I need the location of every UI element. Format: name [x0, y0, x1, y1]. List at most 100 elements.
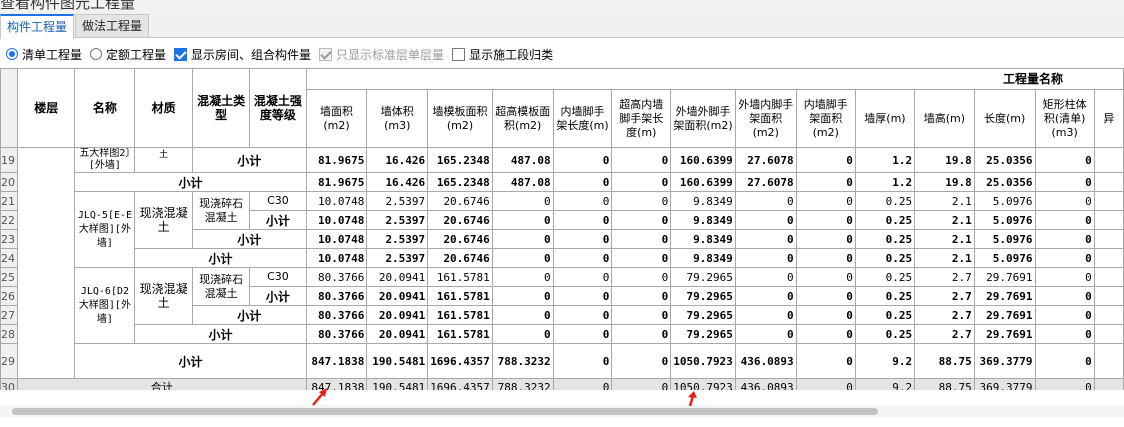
cell-overheight-formwork[interactable]: 0 — [491, 324, 554, 344]
cell-wall-height[interactable]: 2.1 — [914, 191, 975, 211]
cell-inner-scaffold-area[interactable]: 0 — [795, 305, 856, 325]
cell-inner-scaffold-area[interactable]: 0 — [795, 210, 856, 230]
cell-wall-height[interactable]: 2.7 — [914, 305, 975, 325]
cell-formwork-area[interactable]: 1696.4357 — [427, 378, 493, 390]
cell-overheight-inner-scaffold-length[interactable]: 0 — [611, 378, 672, 390]
cell-inner-scaffold-length[interactable]: 0 — [552, 172, 613, 192]
cell-wall-area[interactable]: 80.3766 — [305, 286, 368, 306]
cell-length[interactable]: 5.0976 — [973, 229, 1036, 249]
cell-wall-height[interactable]: 88.75 — [914, 343, 975, 379]
cell-overheight-formwork[interactable]: 0 — [491, 267, 554, 287]
cell-wall-area[interactable]: 80.3766 — [305, 305, 368, 325]
cell-overheight-formwork[interactable]: 0 — [491, 210, 554, 230]
cell-rect-column-volume[interactable]: 0 — [1034, 210, 1095, 230]
cell-overheight-inner-scaffold-length[interactable]: 0 — [611, 324, 672, 344]
cell-overheight-inner-scaffold-length[interactable]: 0 — [611, 147, 672, 173]
header-wall-area[interactable]: 墙面积(m2) — [305, 89, 368, 148]
radio-selected-icon[interactable] — [6, 48, 18, 60]
cell-inner-scaffold-length[interactable]: 0 — [552, 210, 613, 230]
cell-wall-area[interactable]: 10.0748 — [305, 191, 368, 211]
cell-outer-outer-scaffold-area[interactable]: 9.8349 — [670, 210, 736, 230]
cell-inner-scaffold-area[interactable]: 0 — [795, 324, 856, 344]
cell-outer-inner-scaffold-area[interactable]: 436.0893 — [734, 343, 797, 379]
cell-wall-height[interactable]: 19.8 — [914, 172, 975, 192]
header-floor[interactable]: 楼层 — [16, 68, 76, 148]
cell-rect-column-volume[interactable]: 0 — [1034, 378, 1095, 390]
cell-length[interactable]: 29.7691 — [973, 267, 1036, 287]
cell-wall-volume[interactable]: 16.426 — [366, 147, 429, 173]
header-material[interactable]: 材质 — [134, 68, 193, 148]
cell-overheight-inner-scaffold-length[interactable]: 0 — [611, 343, 672, 379]
cell-inner-scaffold-area[interactable]: 0 — [795, 147, 856, 173]
cell-wall-volume[interactable]: 190.5481 — [366, 343, 429, 379]
header-overheight-formwork-area[interactable]: 超高模板面积(m2) — [491, 89, 554, 148]
header-truncated[interactable]: 异 — [1093, 89, 1124, 148]
cell-wall-area[interactable]: 80.3766 — [305, 267, 368, 287]
cell-wall-volume[interactable]: 190.5481 — [366, 378, 429, 390]
cell-inner-scaffold-area[interactable]: 0 — [795, 248, 856, 268]
cell-wall-thickness[interactable]: 0.25 — [854, 229, 916, 249]
cell-length[interactable]: 25.0356 — [973, 172, 1036, 192]
checkbox-unchecked-icon[interactable] — [452, 47, 466, 61]
cell-overheight-inner-scaffold-length[interactable]: 0 — [611, 191, 672, 211]
cell-length[interactable]: 369.3779 — [973, 378, 1036, 390]
cell-inner-scaffold-area[interactable]: 0 — [795, 378, 856, 390]
cell-formwork-area[interactable]: 165.2348 — [427, 172, 493, 192]
cell-inner-scaffold-area[interactable]: 0 — [795, 267, 856, 287]
cell-inner-scaffold-area[interactable]: 0 — [795, 286, 856, 306]
cell-outer-outer-scaffold-area[interactable]: 9.8349 — [670, 248, 736, 268]
cell-wall-volume[interactable]: 2.5397 — [366, 248, 429, 268]
header-name[interactable]: 名称 — [74, 68, 136, 148]
header-outer-wall-outer-scaffold-area[interactable]: 外墙外脚手架面积(m2) — [670, 89, 736, 148]
cell-length[interactable]: 5.0976 — [973, 210, 1036, 230]
cell-outer-inner-scaffold-area[interactable]: 0 — [734, 324, 797, 344]
tab-component-quantity[interactable]: 构件工程量 — [0, 14, 75, 39]
cell-wall-volume[interactable]: 20.0941 — [366, 286, 429, 306]
cell-rect-column-volume[interactable]: 0 — [1034, 229, 1095, 249]
cell-outer-inner-scaffold-area[interactable]: 0 — [734, 286, 797, 306]
cell-outer-outer-scaffold-area[interactable]: 9.8349 — [670, 191, 736, 211]
cell-overheight-formwork[interactable]: 487.08 — [491, 147, 554, 173]
header-wall-formwork-area[interactable]: 墙模板面积(m2) — [427, 89, 493, 148]
cell-overheight-inner-scaffold-length[interactable]: 0 — [611, 267, 672, 287]
cell-inner-scaffold-area[interactable]: 0 — [795, 229, 856, 249]
tab-method-quantity[interactable]: 做法工程量 — [75, 14, 150, 37]
cell-rect-column-volume[interactable]: 0 — [1034, 305, 1095, 325]
table-row[interactable]: 28 小计 80.3766 20.0941 161.5781 0 0 0 79.2965 0 0… — [0, 324, 1124, 344]
cell-overheight-inner-scaffold-length[interactable]: 0 — [611, 305, 672, 325]
cell-wall-thickness[interactable]: 0.25 — [854, 210, 916, 230]
cell-overheight-formwork[interactable]: 0 — [491, 191, 554, 211]
cell-wall-volume[interactable]: 16.426 — [366, 172, 429, 192]
cell-outer-inner-scaffold-area[interactable]: 0 — [734, 248, 797, 268]
cell-wall-area[interactable]: 81.9675 — [305, 172, 368, 192]
radio-list-quantity[interactable]: 清单工程量 — [6, 46, 82, 63]
cell-outer-outer-scaffold-area[interactable]: 79.2965 — [670, 324, 736, 344]
cell-wall-height[interactable]: 2.1 — [914, 248, 975, 268]
cell-wall-area[interactable]: 10.0748 — [305, 248, 368, 268]
cell-length[interactable]: 29.7691 — [973, 324, 1036, 344]
cell-wall-height[interactable]: 2.7 — [914, 324, 975, 344]
cell-overheight-formwork[interactable]: 487.08 — [491, 172, 554, 192]
header-concrete-grade[interactable]: 混凝土强度等级 — [249, 68, 307, 148]
cell-outer-outer-scaffold-area[interactable]: 79.2965 — [670, 267, 736, 287]
cell-inner-scaffold-area[interactable]: 0 — [795, 191, 856, 211]
header-length[interactable]: 长度(m) — [973, 89, 1036, 148]
cell-wall-thickness[interactable]: 0.25 — [854, 191, 916, 211]
cell-inner-scaffold-length[interactable]: 0 — [552, 267, 613, 287]
cell-overheight-formwork[interactable]: 0 — [491, 305, 554, 325]
cell-wall-height[interactable]: 19.8 — [914, 147, 975, 173]
cell-wall-thickness[interactable]: 0.25 — [854, 324, 916, 344]
cell-wall-volume[interactable]: 20.0941 — [366, 267, 429, 287]
cell-overheight-formwork[interactable]: 788.3232 — [491, 343, 554, 379]
cell-wall-thickness[interactable]: 0.25 — [854, 248, 916, 268]
cell-wall-height[interactable]: 2.1 — [914, 210, 975, 230]
cell-outer-inner-scaffold-area[interactable]: 27.6078 — [734, 172, 797, 192]
table-row[interactable]: 24 小计 10.0748 2.5397 20.6746 0 0 0 9.8349 0 0 0.2… — [0, 248, 1124, 268]
cell-inner-scaffold-area[interactable]: 0 — [795, 343, 856, 379]
cell-length[interactable]: 29.7691 — [973, 286, 1036, 306]
cell-wall-thickness[interactable]: 0.25 — [854, 286, 916, 306]
cell-outer-outer-scaffold-area[interactable]: 1050.7923 — [670, 378, 736, 390]
cell-rect-column-volume[interactable]: 0 — [1034, 147, 1095, 173]
table-row[interactable]: 20 小计 81.9675 16.426 165.2348 487.08 0 0 160.6… — [0, 172, 1124, 192]
cell-wall-height[interactable]: 2.7 — [914, 286, 975, 306]
